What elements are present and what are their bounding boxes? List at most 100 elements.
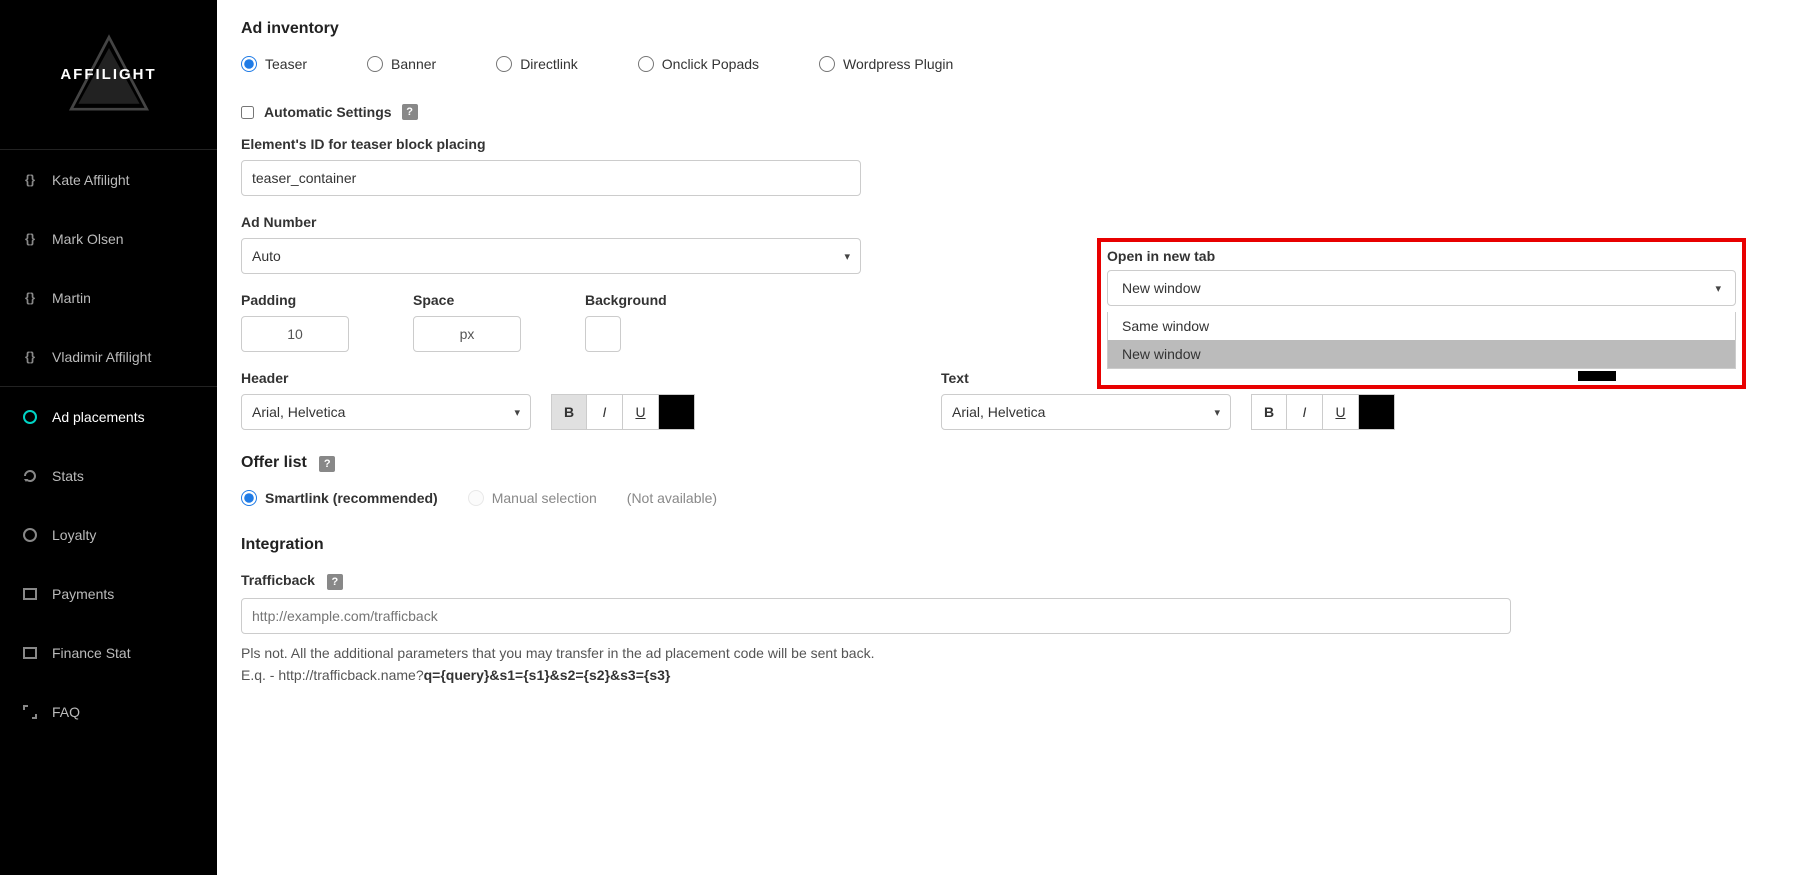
open-in-new-tab-panel: Open in new tab New window ▾ Same window… [1097, 238, 1746, 389]
sidebar-item-ad-placements[interactable]: Ad placements [0, 387, 217, 446]
radio-smartlink[interactable]: Smartlink (recommended) [241, 490, 438, 506]
sidebar-item-label: Ad placements [52, 409, 145, 425]
select-value: Auto [252, 248, 281, 264]
sidebar-item-finance-stat[interactable]: Finance Stat [0, 623, 217, 682]
braces-icon: {} [22, 172, 38, 188]
trafficback-input[interactable] [241, 598, 1511, 634]
braces-icon: {} [22, 290, 38, 306]
radio-label: Manual selection [492, 490, 597, 506]
open-tab-label: Open in new tab [1107, 248, 1736, 264]
background-label: Background [585, 292, 667, 308]
sidebar-item-loyalty[interactable]: Loyalty [0, 505, 217, 564]
radio-teaser[interactable]: Teaser [241, 56, 307, 72]
expand-icon [22, 704, 38, 720]
radio-wordpress-plugin[interactable]: Wordpress Plugin [819, 56, 953, 72]
automatic-settings-checkbox[interactable] [241, 106, 254, 119]
radio-manual-selection: Manual selection [468, 490, 597, 506]
element-id-label: Element's ID for teaser block placing [241, 136, 1774, 152]
main-content: Ad inventory Teaser Banner Directlink On… [217, 0, 1798, 875]
logo: AFFILIGHT [0, 0, 217, 150]
sidebar-item-profile-martin[interactable]: {} Martin [0, 268, 217, 327]
select-value: Arial, Helvetica [952, 404, 1045, 420]
radio-label: Directlink [520, 56, 578, 72]
sidebar-item-label: Finance Stat [52, 645, 131, 661]
sidebar-item-profile-kate[interactable]: {} Kate Affilight [0, 150, 217, 209]
inventory-radio-group: Teaser Banner Directlink Onclick Popads … [241, 56, 1774, 72]
radio-input[interactable] [496, 56, 512, 72]
radio-input[interactable] [241, 56, 257, 72]
help-icon[interactable]: ? [319, 456, 335, 472]
radio-label: Wordpress Plugin [843, 56, 953, 72]
sidebar-item-profile-mark[interactable]: {} Mark Olsen [0, 209, 217, 268]
background-color-picker[interactable] [585, 316, 621, 352]
sidebar-item-profile-vladimir[interactable]: {} Vladimir Affilight [0, 327, 217, 386]
ad-number-label: Ad Number [241, 214, 1774, 230]
chevron-down-icon: ▾ [1214, 406, 1220, 419]
braces-icon: {} [22, 349, 38, 365]
braces-icon: {} [22, 231, 38, 247]
trafficback-hint: Pls not. All the additional parameters t… [241, 642, 1774, 687]
brand-text: AFFILIGHT [60, 66, 156, 83]
sidebar-item-label: FAQ [52, 704, 80, 720]
open-tab-select[interactable]: New window ▾ [1107, 270, 1736, 306]
help-icon[interactable]: ? [327, 574, 343, 590]
radio-input[interactable] [819, 56, 835, 72]
header-color-button[interactable] [659, 394, 695, 430]
text-italic-button[interactable]: I [1287, 394, 1323, 430]
sidebar-item-label: Martin [52, 290, 91, 306]
sidebar-item-label: Vladimir Affilight [52, 349, 151, 365]
radio-input[interactable] [367, 56, 383, 72]
circle-icon [22, 409, 38, 425]
sidebar-item-label: Payments [52, 586, 114, 602]
select-value: New window [1122, 280, 1201, 296]
header-bold-button[interactable]: B [551, 394, 587, 430]
chevron-down-icon: ▾ [514, 406, 520, 419]
select-value: Arial, Helvetica [252, 404, 345, 420]
ad-number-select[interactable]: Auto ▾ [241, 238, 861, 274]
open-tab-dropdown-list: Same window New window [1107, 312, 1736, 369]
radio-label: Smartlink (recommended) [265, 490, 438, 506]
padding-input[interactable] [241, 316, 349, 352]
space-label: Space [413, 292, 521, 308]
element-id-input[interactable] [241, 160, 861, 196]
text-bold-button[interactable]: B [1251, 394, 1287, 430]
trafficback-label: Trafficback ? [241, 572, 1774, 590]
radio-banner[interactable]: Banner [367, 56, 436, 72]
sidebar-item-label: Stats [52, 468, 84, 484]
header-label: Header [241, 370, 901, 386]
padding-label: Padding [241, 292, 349, 308]
section-title-offer-list: Offer list ? [241, 454, 1774, 472]
text-underline-button[interactable]: U [1323, 394, 1359, 430]
sidebar: AFFILIGHT {} Kate Affilight {} Mark Olse… [0, 0, 217, 875]
radio-onclick-popads[interactable]: Onclick Popads [638, 56, 759, 72]
automatic-settings-label: Automatic Settings [264, 104, 392, 120]
text-color-button[interactable] [1359, 394, 1395, 430]
offer-note: (Not available) [627, 490, 717, 506]
sidebar-item-stats[interactable]: Stats [0, 446, 217, 505]
chevron-down-icon: ▾ [1715, 282, 1721, 295]
radio-input[interactable] [241, 490, 257, 506]
sidebar-item-label: Loyalty [52, 527, 96, 543]
square-icon [22, 645, 38, 661]
dropdown-option-new-window[interactable]: New window [1108, 340, 1735, 368]
header-font-select[interactable]: Arial, Helvetica ▾ [241, 394, 531, 430]
square-icon [22, 586, 38, 602]
chevron-down-icon: ▾ [844, 250, 850, 263]
dropdown-option-same-window[interactable]: Same window [1108, 312, 1735, 340]
sidebar-item-payments[interactable]: Payments [0, 564, 217, 623]
header-italic-button[interactable]: I [587, 394, 623, 430]
obscured-element [1578, 371, 1616, 381]
radio-directlink[interactable]: Directlink [496, 56, 578, 72]
text-font-select[interactable]: Arial, Helvetica ▾ [941, 394, 1231, 430]
sidebar-item-faq[interactable]: FAQ [0, 682, 217, 741]
radio-label: Teaser [265, 56, 307, 72]
space-input[interactable] [413, 316, 521, 352]
header-underline-button[interactable]: U [623, 394, 659, 430]
circle-icon [22, 527, 38, 543]
sidebar-item-label: Mark Olsen [52, 231, 124, 247]
radio-input[interactable] [638, 56, 654, 72]
section-title-integration: Integration [241, 536, 1774, 554]
refresh-icon [22, 468, 38, 484]
section-title-ad-inventory: Ad inventory [241, 20, 1774, 38]
help-icon[interactable]: ? [402, 104, 418, 120]
